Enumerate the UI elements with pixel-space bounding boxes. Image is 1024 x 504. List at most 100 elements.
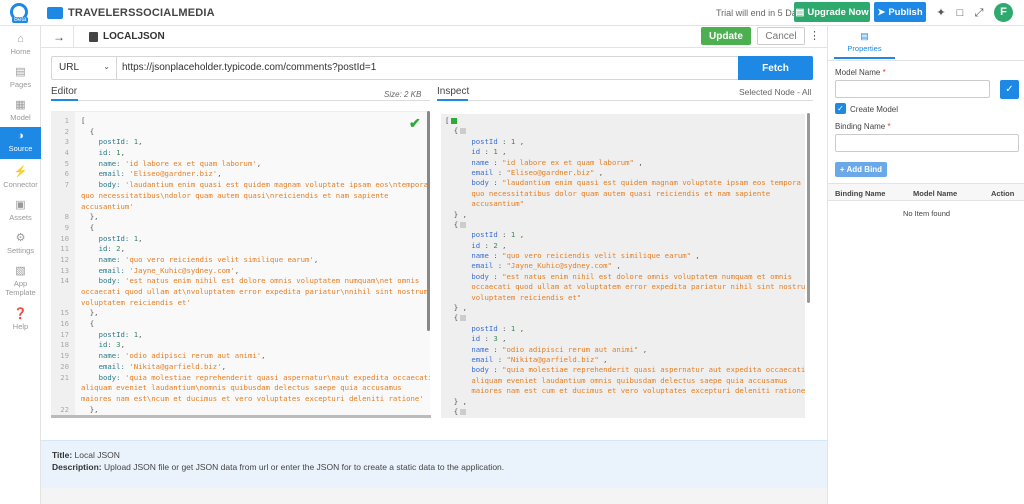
sidebar-item-help[interactable]: ❓ Help: [0, 305, 41, 335]
line-number: 22: [60, 404, 69, 414]
code-token: {: [81, 126, 95, 136]
sidebar-item-home[interactable]: ⌂ Home: [0, 30, 41, 60]
inspect-token: accusantium": [445, 199, 525, 209]
inspect-token: name: [445, 344, 489, 354]
line-number: 7: [64, 180, 69, 190]
tab-inspect[interactable]: Inspect: [437, 86, 469, 97]
code-line: 14 body: 'est natus enim nihil est dolor…: [51, 276, 423, 287]
inspect-line: {: [445, 220, 795, 230]
inspect-token: ,: [497, 240, 507, 250]
url-input[interactable]: https://jsonplaceholder.typicode.com/com…: [122, 62, 376, 73]
inspect-line: {: [445, 407, 795, 417]
sidebar-item-label: App: [13, 279, 28, 288]
sidebar-item-source[interactable]: ◑ Source: [0, 127, 41, 159]
tab-editor[interactable]: Editor: [51, 86, 77, 97]
divider: [51, 100, 430, 101]
expand-arrow-icon[interactable]: →: [53, 30, 65, 44]
rocket-icon[interactable]: ✦: [934, 6, 948, 20]
node-toggle-icon[interactable]: [460, 408, 467, 415]
sidebar-item-assets[interactable]: ▣ Assets: [0, 196, 41, 226]
code-token: email:: [81, 361, 130, 371]
inspect-token: ,: [594, 167, 604, 177]
update-button[interactable]: Update: [701, 27, 751, 45]
inspect-line: body : "quia molestiae reprehenderit qua…: [445, 365, 805, 375]
check-icon: ✓: [1005, 84, 1014, 95]
line-number: 4: [64, 148, 69, 158]
line-number: 12: [60, 254, 69, 264]
publish-button[interactable]: ➤ Publish: [874, 2, 926, 22]
line-number: 19: [60, 351, 69, 361]
sidebar-item-model[interactable]: ▦ Model: [0, 96, 41, 126]
code-token: email:: [81, 169, 130, 179]
code-text: email: 'Eliseo@gardner.biz',: [81, 169, 222, 180]
sidebar-item-pages[interactable]: ▤ Pages: [0, 63, 41, 93]
code-token: aliquam eveniet laudantium\nomnis quibus…: [81, 383, 402, 393]
sidebar-item-app-template[interactable]: ▧ App Template: [0, 262, 41, 302]
code-text: id: 3,: [81, 340, 125, 351]
code-token: ,: [138, 329, 143, 339]
line-number: 13: [60, 265, 69, 275]
code-text: email: 'Nikita@garfield.biz',: [81, 362, 226, 373]
page-title: LOCALJSON: [103, 31, 165, 42]
model-name-input[interactable]: [835, 80, 990, 98]
chevron-down-icon: ⌄: [103, 62, 110, 71]
inspect-scrollbar[interactable]: [807, 113, 810, 303]
json-inspector[interactable]: [ { postId : 1 , id : 1 , name : "id lab…: [441, 114, 805, 418]
code-token: ,: [256, 158, 262, 168]
publish-label: Publish: [888, 6, 923, 18]
code-token: ,: [138, 137, 143, 147]
avatar[interactable]: F: [994, 3, 1013, 22]
line-number: 2: [64, 126, 69, 136]
node-toggle-icon[interactable]: [460, 315, 467, 322]
sidebar-item-settings[interactable]: ⚙ Settings: [0, 229, 41, 259]
tab-properties[interactable]: ▤ Properties: [834, 29, 895, 59]
code-line: 20 email: 'Nikita@garfield.biz',: [51, 362, 423, 373]
upgrade-now-button[interactable]: ▤ Upgrade Now: [794, 2, 870, 22]
code-line: maiores nam est\ncum et ducimus et vero …: [51, 394, 424, 405]
fullscreen-icon[interactable]: ⤢: [972, 6, 986, 20]
inspect-token: :: [488, 251, 503, 261]
code-token: name:: [81, 254, 125, 264]
inspect-token: {: [445, 406, 459, 416]
node-toggle-icon[interactable]: [460, 221, 467, 228]
fetch-button[interactable]: Fetch: [738, 56, 813, 80]
code-text: },: [81, 212, 99, 223]
inspect-line: id : 3 ,: [445, 334, 795, 344]
trial-notice: Trial will end in 5 Days: [716, 8, 806, 18]
line-number: 6: [64, 169, 69, 179]
code-token: },: [81, 308, 99, 318]
method-select[interactable]: URL ⌄: [52, 57, 117, 79]
binding-name-input[interactable]: [835, 134, 1019, 152]
editor-horizontal-scrollbar[interactable]: [51, 415, 431, 418]
code-line: 2 {: [51, 127, 423, 138]
tab-indicator: [437, 99, 468, 101]
inspect-token: :: [488, 178, 503, 188]
code-text: },: [81, 405, 99, 416]
code-text: accusantium': [81, 202, 134, 213]
node-toggle-icon[interactable]: [460, 128, 467, 135]
code-line: 10 postId: 1,: [51, 234, 423, 245]
sidebar-item-connector[interactable]: ⚡ Connector: [0, 163, 41, 193]
code-line: 13 email: 'Jayne_Kuhic@sydney.com',: [51, 266, 423, 277]
json-editor[interactable]: 1[2 {3 postId: 1, 4 id: 1, 5 name: 'id lab…: [51, 111, 430, 418]
confirm-model-button[interactable]: ✓: [1000, 80, 1019, 99]
title-label: Title:: [52, 450, 73, 460]
app-title: TRAVELERSSOCIALMEDIA: [68, 7, 215, 19]
inspect-line: id : 1 ,: [445, 147, 795, 157]
app-logo[interactable]: Beta: [8, 3, 30, 25]
code-token: },: [81, 404, 99, 414]
line-number: 3: [64, 137, 69, 147]
code-token: 'id labore ex et quam laborum': [124, 158, 257, 168]
chat-icon[interactable]: □: [953, 6, 967, 20]
cancel-button[interactable]: Cancel: [757, 27, 805, 45]
json-file-icon: [89, 32, 98, 42]
editor-scrollbar[interactable]: [427, 111, 430, 331]
node-toggle-icon[interactable]: [451, 118, 458, 124]
code-token: postId:: [81, 137, 134, 147]
add-bind-button[interactable]: + Add Bind: [835, 162, 887, 177]
code-line: 5 name: 'id labore ex et quam laborum',: [51, 159, 423, 170]
create-model-checkbox[interactable]: ✓: [835, 103, 846, 114]
more-options-icon[interactable]: ⋮: [809, 29, 820, 42]
line-number: 21: [60, 372, 69, 382]
inspect-token: occaecati quod ullam at voluptatem error…: [445, 282, 805, 292]
